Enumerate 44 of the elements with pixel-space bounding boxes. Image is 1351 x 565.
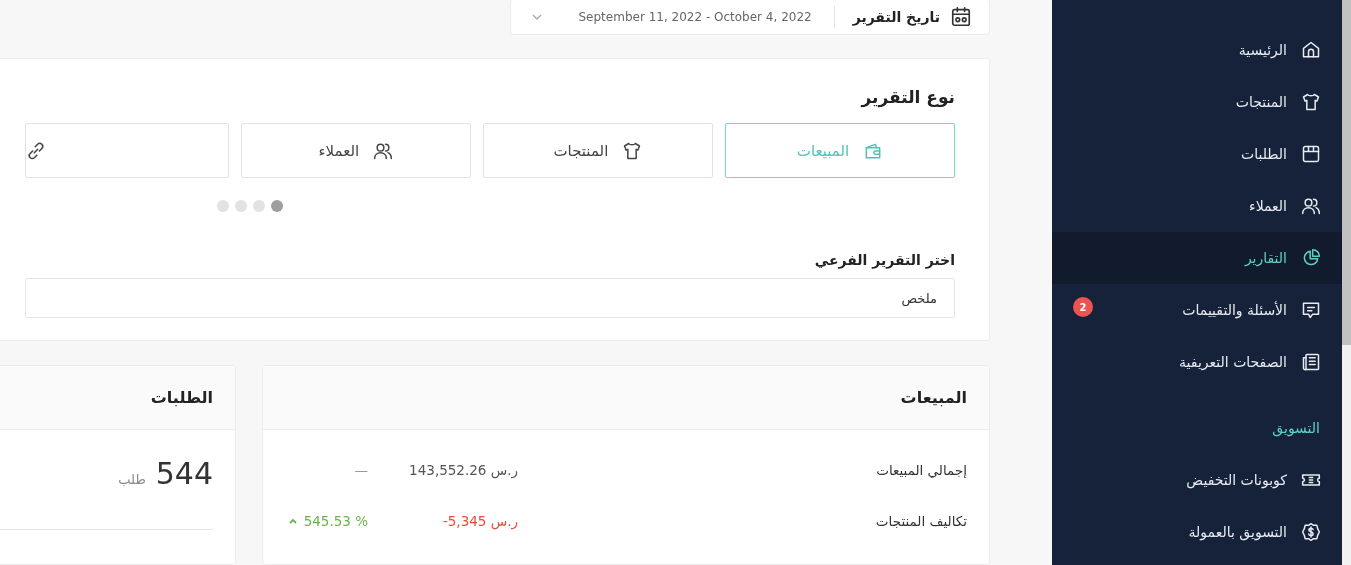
carousel-dot[interactable] — [235, 200, 247, 212]
metric-value: -5,345 ر.س — [442, 512, 518, 529]
sidebar-item[interactable]: الرئيسية — [1052, 24, 1342, 76]
shirt-icon — [1301, 92, 1321, 112]
dollar-badge-icon — [1301, 522, 1321, 542]
report-type-tab[interactable]: المنتجات — [482, 123, 713, 178]
report-type-tab[interactable] — [25, 123, 229, 178]
field-label: اختر التقرير الفرعي — [813, 252, 955, 268]
sidebar-item[interactable]: الطلبات — [1052, 128, 1342, 180]
link-icon — [26, 140, 46, 161]
sidebar-heading: التسويق — [1271, 419, 1321, 439]
box-icon — [1301, 144, 1321, 164]
sidebar-item[interactable]: التسويق بالعمولة — [1052, 506, 1342, 558]
scrollbar-thumb[interactable] — [1342, 0, 1351, 345]
date-range-value: September 11, 2022 - October 4, 2022 — [577, 10, 813, 24]
sidebar-item[interactable]: المنتجات — [1052, 76, 1342, 128]
sidebar-item[interactable]: العملاء — [1052, 180, 1342, 232]
order-count: 544 — [155, 456, 213, 491]
report-type-tab[interactable]: العملاء — [240, 123, 471, 178]
sidebar-item[interactable]: كوبونات التخفيض — [1052, 454, 1342, 506]
users-icon — [1301, 196, 1321, 216]
metric-change: — — [354, 461, 368, 478]
section-title: نوع التقرير — [859, 87, 955, 107]
count-unit: طلب — [118, 472, 146, 487]
metric-label: تكاليف المنتجات — [874, 511, 967, 531]
sub-report-select[interactable]: ملخص — [25, 278, 955, 318]
home-icon — [1301, 40, 1321, 60]
sidebar-item[interactable]: التقارير — [1052, 232, 1342, 284]
sidebar-item[interactable]: الصفحات التعريفية — [1052, 336, 1342, 388]
shirt-icon — [622, 140, 643, 161]
pie-chart-icon — [1301, 248, 1321, 268]
calendar-icon — [950, 6, 972, 28]
carousel-dot[interactable] — [217, 200, 229, 212]
newspaper-icon — [1301, 352, 1321, 372]
metric-change: 545.53 % — [303, 512, 368, 529]
metric-value: 143,552.26 ر.س — [409, 461, 518, 478]
panel-title: الطلبات — [0, 366, 235, 430]
chat-icon — [1301, 300, 1321, 320]
date-range-label: تاريخ التقرير — [852, 9, 940, 25]
metric-label: إجمالي المبيعات — [875, 460, 967, 480]
panel-title: المبيعات — [263, 366, 989, 430]
notification-badge: 2 — [1073, 297, 1093, 317]
carousel-dot[interactable] — [271, 200, 283, 212]
carousel-dot[interactable] — [253, 200, 265, 212]
